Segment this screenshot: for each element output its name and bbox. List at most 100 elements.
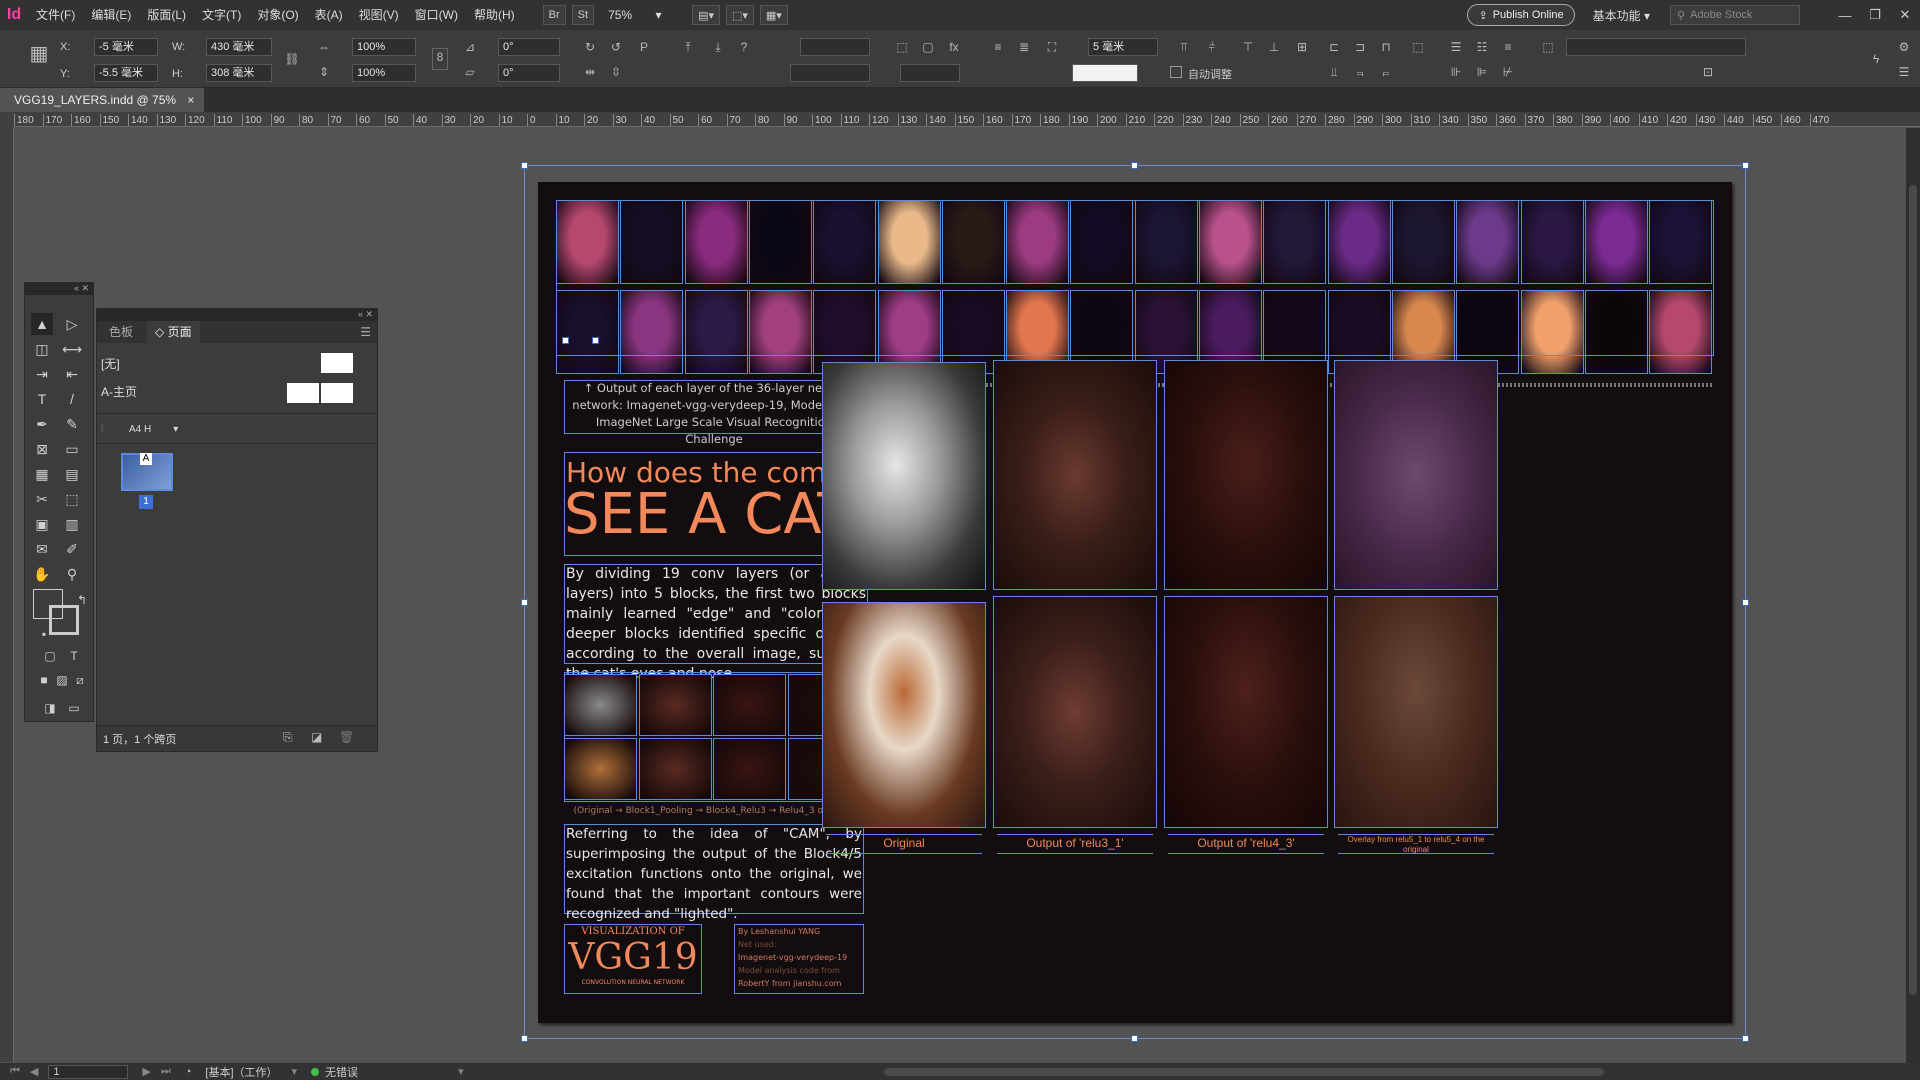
tab-swatches[interactable]: 色板 xyxy=(101,321,141,343)
line-tool-icon[interactable]: / xyxy=(61,388,83,410)
restore-icon[interactable]: ❐ xyxy=(1860,7,1890,23)
selection-tool-icon[interactable]: ▲ xyxy=(31,313,53,335)
selection-handle[interactable] xyxy=(1742,599,1749,606)
small-feature-thumbnail[interactable] xyxy=(638,738,712,800)
lightning-icon[interactable]: ϟ xyxy=(1868,51,1884,67)
page-number-field[interactable]: 1 xyxy=(48,1064,129,1079)
distribute-left-icon[interactable]: ⊪ xyxy=(1448,64,1464,80)
menu-item[interactable]: 版面(L) xyxy=(139,0,194,30)
scissors-tool-icon[interactable]: ✂ xyxy=(31,488,53,510)
preflight-profile[interactable]: [基本]（工作） xyxy=(205,1064,277,1080)
menu-item[interactable]: 帮助(H) xyxy=(466,0,523,30)
align-center-icon[interactable]: ⊐ xyxy=(1352,39,1368,55)
thumbnail-frame-group[interactable] xyxy=(556,200,1714,356)
gradient-swatch-tool-icon[interactable]: ▣ xyxy=(31,513,53,535)
selection-handle[interactable] xyxy=(1131,1035,1138,1042)
small-feature-thumbnail[interactable] xyxy=(713,738,786,800)
menu-item[interactable]: 文件(F) xyxy=(28,0,83,30)
selection-handle[interactable] xyxy=(1742,162,1749,169)
flip-vertical-icon[interactable]: ⇳ xyxy=(608,64,624,80)
feature-map-image[interactable] xyxy=(1164,596,1328,828)
first-page-icon[interactable]: ⏮ xyxy=(10,1065,20,1078)
scale-x-field[interactable]: 100% xyxy=(352,38,416,56)
stroke-weight-field[interactable] xyxy=(800,38,870,56)
master-none-thumb[interactable] xyxy=(321,353,353,373)
tab-pages[interactable]: ◇ 页面 xyxy=(147,321,200,343)
rotate-field[interactable]: 0° xyxy=(498,38,560,56)
zoom-dropdown[interactable]: 75% ▾ xyxy=(608,8,668,22)
select-container-icon[interactable]: ⤒ xyxy=(680,39,696,55)
delete-page-icon[interactable]: 🗑 xyxy=(339,730,354,744)
rectangle-frame-tool-icon[interactable]: ⊠ xyxy=(31,438,53,460)
align-hcenter-icon[interactable]: ⫭ xyxy=(1378,64,1394,80)
free-transform-tool-icon[interactable]: ⬚ xyxy=(61,488,83,510)
last-page-icon[interactable]: ⏭ xyxy=(161,1065,171,1078)
stock-button[interactable]: St xyxy=(571,5,595,25)
distribute-bottom-icon[interactable]: ⊞ xyxy=(1294,39,1310,55)
fill-swatch[interactable] xyxy=(1072,64,1138,82)
y-field[interactable]: -5.5 毫米 xyxy=(94,64,158,82)
new-page-icon[interactable]: ◪ xyxy=(311,730,322,744)
shear-field[interactable]: 0° xyxy=(498,64,560,82)
stroke-color-icon[interactable]: ⛶ xyxy=(1044,39,1060,55)
distribute-top-icon[interactable]: ⊤ xyxy=(1240,39,1256,55)
rectangle-tool-icon[interactable]: ▭ xyxy=(61,438,83,460)
small-feature-thumbnail[interactable] xyxy=(564,738,637,800)
content-placer-icon[interactable]: ⇤ xyxy=(61,363,83,385)
align-bottom-edges-icon[interactable]: ⫫ xyxy=(1326,64,1342,80)
align-left-text-icon[interactable]: ≡ xyxy=(990,39,1006,55)
distribute-right-icon[interactable]: ⊬ xyxy=(1500,64,1516,80)
selection-handle[interactable] xyxy=(1131,162,1138,169)
distribute-space-icon[interactable]: ≡ xyxy=(1500,39,1516,55)
selection-handle[interactable] xyxy=(521,1035,528,1042)
vertical-ruler[interactable] xyxy=(0,127,14,1062)
menu-item[interactable]: 编辑(E) xyxy=(83,0,139,30)
document-page[interactable]: ↑ Output of each layer of the 36-layer n… xyxy=(538,182,1732,1023)
hand-tool-icon[interactable]: ✋ xyxy=(31,563,53,585)
align-middle-icon[interactable]: ⫩ xyxy=(1204,39,1220,55)
stroke-type-field[interactable] xyxy=(790,64,870,82)
master-a-right-thumb[interactable] xyxy=(321,383,353,403)
selection-handle[interactable] xyxy=(1742,1035,1749,1042)
master-a-left-thumb[interactable] xyxy=(287,383,319,403)
prev-page-icon[interactable]: ◀ xyxy=(30,1065,38,1078)
frame-handle[interactable] xyxy=(562,337,569,344)
master-a[interactable]: A-主页 xyxy=(101,383,137,400)
original-cat-image[interactable] xyxy=(822,602,986,828)
select-content-icon[interactable]: ⤓ xyxy=(710,39,726,55)
align-center-text-icon[interactable]: ≣ xyxy=(1016,39,1032,55)
preflight-errors[interactable]: 无错误 xyxy=(325,1064,358,1080)
menu-item[interactable]: 对象(O) xyxy=(249,0,306,30)
close-tab-icon[interactable]: × xyxy=(187,93,194,107)
bridge-button[interactable]: Br xyxy=(542,5,566,25)
publish-online-button[interactable]: ⇪ Publish Online xyxy=(1467,4,1575,26)
help-icon[interactable]: ? xyxy=(736,39,752,55)
constrain-scale-icon[interactable]: 8 xyxy=(432,48,448,70)
none-apply-icon[interactable]: ⧄ xyxy=(69,669,91,691)
opacity-field[interactable] xyxy=(900,64,960,82)
feature-map-image[interactable] xyxy=(1334,596,1498,828)
horizontal-ruler[interactable]: 180 170 160 150 140 130 120 110 100 90 80 70 60 50 40 3… xyxy=(14,112,1920,127)
effects-icon[interactable]: fx xyxy=(946,39,962,55)
ruler-origin[interactable] xyxy=(0,112,14,127)
menu-item[interactable]: 视图(V) xyxy=(351,0,407,30)
settings-gear-icon[interactable]: ⚙ xyxy=(1896,39,1912,55)
next-page-icon[interactable]: ▶ xyxy=(142,1065,150,1078)
eyedropper-tool-icon[interactable]: ✐ xyxy=(61,538,83,560)
feature-map-image[interactable] xyxy=(1334,360,1498,590)
stroke-swatch-icon[interactable] xyxy=(49,605,79,635)
align-right-icon[interactable]: ⊓ xyxy=(1378,39,1394,55)
feature-map-image[interactable] xyxy=(993,596,1157,828)
fill-frame-icon[interactable]: ⬚ xyxy=(894,39,910,55)
constrain-proportions-icon[interactable]: ⛓ xyxy=(284,51,300,67)
original-cat-image[interactable] xyxy=(822,362,986,590)
formatting-text-icon[interactable]: T xyxy=(63,645,85,667)
page-tool-icon[interactable]: ◫ xyxy=(31,338,53,360)
autofit-checkbox[interactable] xyxy=(1170,66,1182,78)
small-feature-thumbnail[interactable] xyxy=(638,674,712,736)
menu-item[interactable]: 文字(T) xyxy=(194,0,249,30)
align-to-selection-icon[interactable]: ⬚ xyxy=(1410,39,1426,55)
quick-apply-icon[interactable]: ⊡ xyxy=(1700,64,1716,80)
screen-mode-icon[interactable]: ▤▾ xyxy=(692,5,720,25)
pencil-tool-icon[interactable]: ✎ xyxy=(61,413,83,435)
